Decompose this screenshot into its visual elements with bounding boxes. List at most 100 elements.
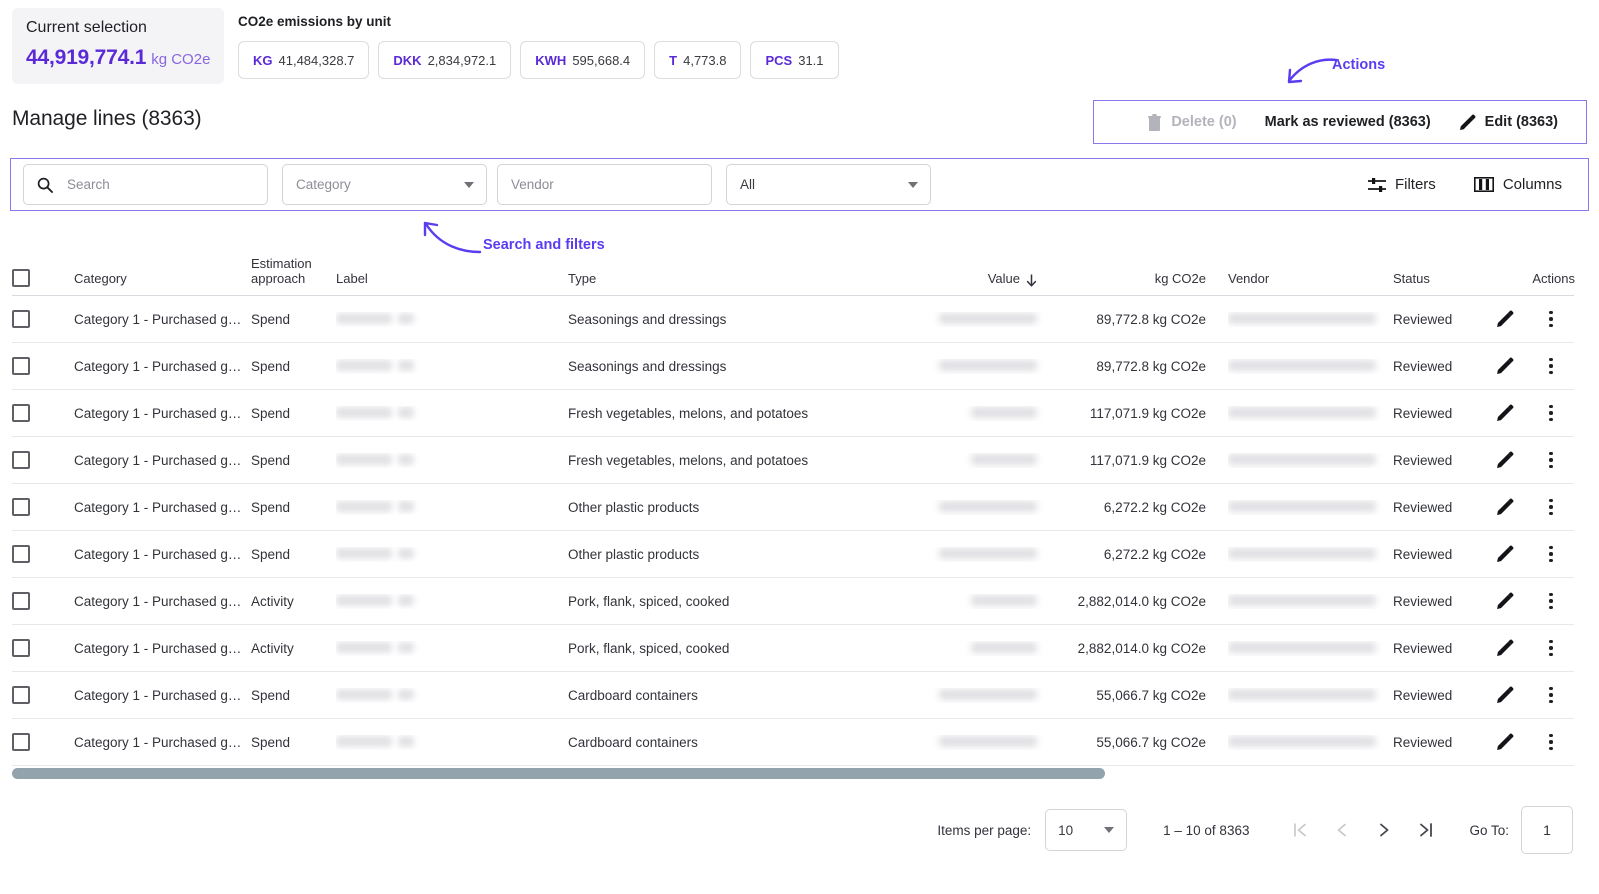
column-header-actions: Actions — [1532, 272, 1575, 287]
column-header-value[interactable]: Value — [913, 272, 1053, 287]
table-row[interactable]: Category 1 - Purchased g… Spend Other plas… — [12, 531, 1574, 578]
row-edit-button[interactable] — [1483, 357, 1535, 375]
pencil-icon — [1459, 114, 1476, 131]
cell-vendor-redacted — [1228, 406, 1393, 421]
vendor-input[interactable]: Vendor — [497, 164, 712, 205]
row-edit-button[interactable] — [1483, 451, 1535, 469]
row-more-menu-button[interactable] — [1535, 357, 1575, 375]
cell-status: Reviewed — [1393, 311, 1453, 327]
redacted-label-text — [398, 547, 414, 559]
redacted-label-text — [336, 453, 392, 465]
filters-button[interactable]: Filters — [1362, 175, 1442, 194]
row-checkbox[interactable] — [12, 639, 30, 657]
column-header-vendor[interactable]: Vendor — [1228, 272, 1393, 287]
unit-chip-label: KG — [253, 52, 273, 68]
unit-chip-dkk[interactable]: DKK 2,834,972.1 — [378, 41, 512, 79]
table-row[interactable]: Category 1 - Purchased g… Spend Cardboard … — [12, 672, 1574, 719]
row-more-menu-button[interactable] — [1535, 545, 1575, 563]
pencil-icon — [1496, 357, 1514, 375]
column-header-type[interactable]: Type — [568, 272, 913, 287]
row-checkbox[interactable] — [12, 404, 30, 422]
category-select[interactable]: Category — [282, 164, 487, 205]
row-checkbox[interactable] — [12, 686, 30, 704]
last-page-button[interactable] — [1405, 809, 1447, 851]
column-header-kg-co2e[interactable]: kg CO2e — [1053, 272, 1228, 287]
cell-estimation-approach: Spend — [251, 311, 291, 327]
table-row[interactable]: Category 1 - Purchased g… Activity Pork, f… — [12, 578, 1574, 625]
next-page-button[interactable] — [1363, 809, 1405, 851]
row-edit-button[interactable] — [1483, 310, 1535, 328]
unit-chip-t[interactable]: T 4,773.8 — [654, 41, 742, 79]
row-more-menu-button[interactable] — [1535, 686, 1575, 704]
search-input[interactable]: Search — [23, 164, 268, 205]
cell-label-redacted — [336, 406, 568, 421]
cell-kg-co2e: 6,272.2 kg CO2e — [1103, 499, 1206, 515]
row-edit-button[interactable] — [1483, 404, 1535, 422]
redacted-label-text — [398, 500, 414, 512]
delete-button[interactable]: Delete (0) — [1133, 102, 1250, 142]
row-more-menu-button[interactable] — [1535, 592, 1575, 610]
row-more-menu-button[interactable] — [1535, 404, 1575, 422]
unit-chip-value: 4,773.8 — [683, 52, 727, 68]
redacted-label-text — [336, 641, 392, 653]
row-checkbox[interactable] — [12, 545, 30, 563]
table-row[interactable]: Category 1 - Purchased g… Spend Other plas… — [12, 484, 1574, 531]
row-edit-button[interactable] — [1483, 639, 1535, 657]
first-page-button[interactable] — [1279, 809, 1321, 851]
goto-page-input[interactable]: 1 — [1521, 806, 1573, 854]
column-header-label[interactable]: Label — [336, 272, 568, 287]
row-edit-button[interactable] — [1483, 545, 1535, 563]
row-edit-button[interactable] — [1483, 592, 1535, 610]
row-more-menu-button[interactable] — [1535, 639, 1575, 657]
row-checkbox[interactable] — [12, 498, 30, 516]
more-vertical-icon — [1549, 498, 1553, 516]
row-checkbox[interactable] — [12, 592, 30, 610]
row-checkbox[interactable] — [12, 733, 30, 751]
row-checkbox[interactable] — [12, 357, 30, 375]
table-row[interactable]: Category 1 - Purchased g… Spend Cardboard … — [12, 719, 1574, 766]
more-vertical-icon — [1549, 451, 1553, 469]
table-row[interactable]: Category 1 - Purchased g… Activity Pork, f… — [12, 625, 1574, 672]
row-more-menu-button[interactable] — [1535, 733, 1575, 751]
table-row[interactable]: Category 1 - Purchased g… Spend Fresh vege… — [12, 437, 1574, 484]
redacted-label-text — [336, 406, 392, 418]
edit-button[interactable]: Edit (8363) — [1445, 102, 1572, 142]
row-edit-button[interactable] — [1483, 498, 1535, 516]
row-more-menu-button[interactable] — [1535, 498, 1575, 516]
page-title: Manage lines (8363) — [12, 107, 202, 130]
cell-category: Category 1 - Purchased g… — [74, 358, 242, 374]
cell-kg-co2e: 117,071.9 kg CO2e — [1089, 405, 1206, 421]
row-checkbox-cell — [12, 310, 74, 328]
horizontal-scrollbar[interactable] — [12, 768, 1574, 779]
select-all-checkbox[interactable] — [12, 269, 30, 287]
column-header-estimation-approach[interactable]: Estimation approach — [251, 257, 336, 287]
columns-button[interactable]: Columns — [1468, 175, 1568, 194]
unit-chip-kwh[interactable]: KWH 595,668.4 — [520, 41, 646, 79]
cell-status: Reviewed — [1393, 546, 1453, 562]
previous-page-button[interactable] — [1321, 809, 1363, 851]
redacted-vendor-text — [1228, 312, 1376, 324]
row-more-menu-button[interactable] — [1535, 451, 1575, 469]
table-row[interactable]: Category 1 - Purchased g… Spend Seasonings… — [12, 343, 1574, 390]
mark-as-reviewed-button[interactable]: Mark as reviewed (8363) — [1251, 102, 1445, 142]
row-checkbox[interactable] — [12, 451, 30, 469]
items-per-page-select[interactable]: 10 — [1045, 809, 1128, 851]
row-edit-button[interactable] — [1483, 686, 1535, 704]
redacted-label-text — [336, 594, 392, 606]
unit-chip-kg[interactable]: KG 41,484,328.7 — [238, 41, 370, 79]
column-header-status[interactable]: Status — [1393, 272, 1483, 287]
horizontal-scrollbar-thumb[interactable] — [12, 768, 1105, 779]
cell-label-redacted — [336, 688, 568, 703]
row-checkbox-cell — [12, 592, 74, 610]
table-row[interactable]: Category 1 - Purchased g… Spend Fresh vege… — [12, 390, 1574, 437]
row-edit-button[interactable] — [1483, 733, 1535, 751]
annotation-search-and-filters-label: Search and filters — [483, 237, 605, 253]
row-checkbox[interactable] — [12, 310, 30, 328]
row-more-menu-button[interactable] — [1535, 310, 1575, 328]
cell-label-redacted — [336, 641, 568, 656]
table-row[interactable]: Category 1 - Purchased g… Spend Seasonings… — [12, 296, 1574, 343]
row-checkbox-cell — [12, 451, 74, 469]
status-select[interactable]: All — [726, 164, 931, 205]
column-header-category[interactable]: Category — [74, 272, 251, 287]
unit-chip-pcs[interactable]: PCS 31.1 — [750, 41, 839, 79]
